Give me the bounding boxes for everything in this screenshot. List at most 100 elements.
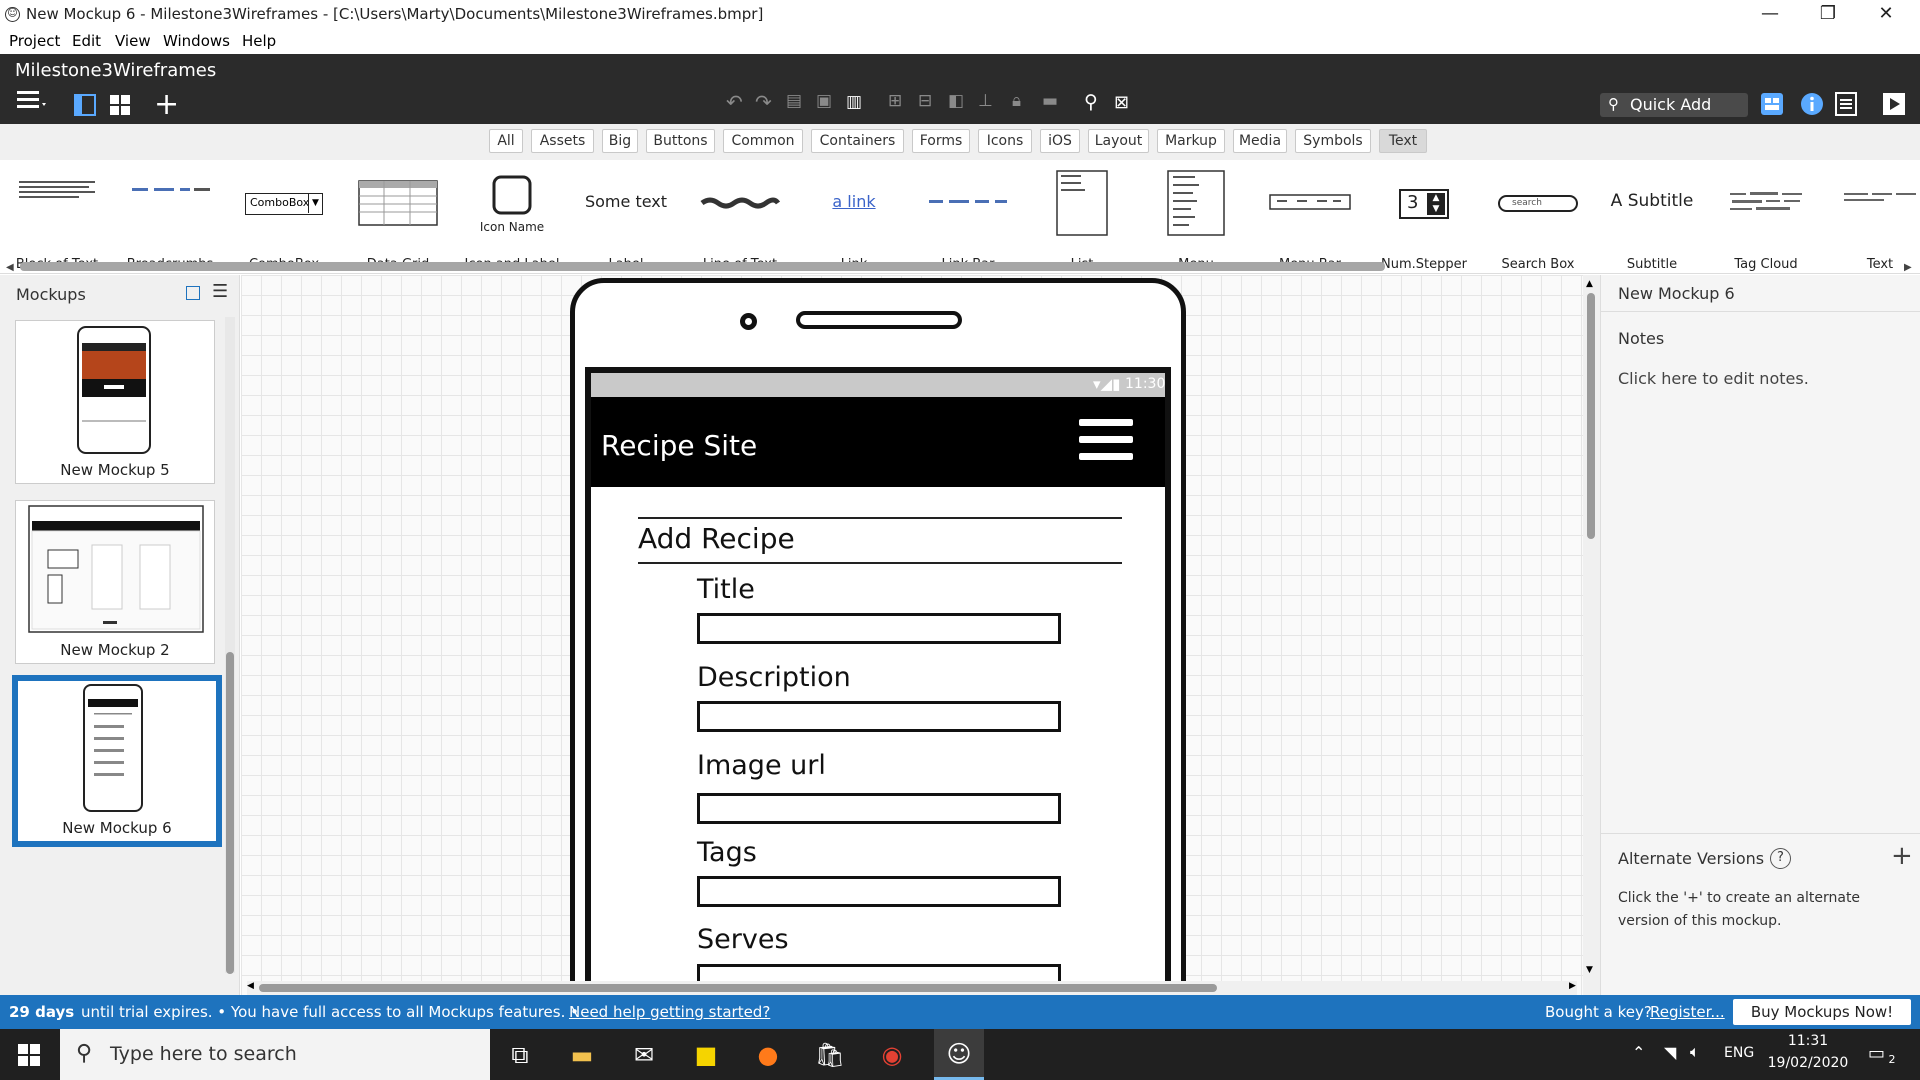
hamburger-menu-icon[interactable] — [14, 88, 48, 118]
mockup-thumbnail[interactable]: New Mockup 2 — [15, 500, 215, 664]
mail-icon[interactable]: ✉ — [624, 1037, 664, 1073]
mockup-canvas[interactable]: ▾◢▮ 11:30 Recipe Site Add Recipe Title D… — [241, 275, 1583, 995]
align-icon[interactable]: ⊥ — [978, 91, 993, 111]
delete-icon[interactable]: ▬ — [1042, 91, 1058, 111]
canvas-hscroll-thumb[interactable] — [259, 984, 1217, 992]
library-item-label[interactable]: Some text Label — [569, 160, 683, 272]
library-item-line-of-text[interactable]: Line of Text — [683, 160, 797, 272]
filter-tab-buttons[interactable]: Buttons — [646, 129, 715, 153]
paste-icon[interactable]: ▥ — [846, 92, 862, 112]
mockups-scrollbar-thumb[interactable] — [226, 652, 234, 974]
library-scroll-left-icon[interactable]: ◀ — [6, 262, 14, 273]
library-item-link-bar[interactable]: Link Bar — [911, 160, 1025, 272]
copy-icon[interactable]: ▣ — [816, 91, 832, 111]
notifications-icon[interactable]: ▭ — [1868, 1043, 1885, 1064]
library-item-num-stepper[interactable]: 3 ▲ ▼ Num.Stepper — [1367, 160, 1481, 272]
title-input[interactable] — [697, 613, 1061, 644]
library-item-combobox[interactable]: ComboBox ▼ ComboBox — [227, 160, 341, 272]
store-icon[interactable]: 🛍︎ — [810, 1037, 850, 1073]
group-icon[interactable]: ⊞ — [888, 91, 902, 111]
close-button[interactable]: ✕ — [1857, 0, 1915, 30]
fullscreen-icon[interactable]: ⊠ — [1114, 92, 1129, 113]
tags-input[interactable] — [697, 876, 1061, 907]
library-item-block-of-text[interactable]: Block of Text — [0, 160, 114, 272]
filter-tab-text[interactable]: Text — [1379, 129, 1427, 153]
filter-tab-layout[interactable]: Layout — [1088, 129, 1149, 153]
cut-icon[interactable]: ▤ — [786, 91, 802, 111]
firefox-icon[interactable]: ● — [748, 1037, 788, 1073]
library-item-data-grid[interactable]: Data Grid — [341, 160, 455, 272]
network-icon[interactable]: ◥ — [1664, 1043, 1676, 1062]
mockups-scrollbar-track[interactable] — [225, 317, 235, 974]
volume-icon[interactable]: 🔈︎ — [1690, 1042, 1700, 1062]
info-icon[interactable] — [1800, 92, 1824, 120]
arrange-icon[interactable]: ◧ — [948, 91, 964, 111]
sticky-notes-icon[interactable]: ■ — [686, 1037, 726, 1073]
add-alternate-version-icon[interactable]: + — [1891, 841, 1913, 871]
filter-tab-markup[interactable]: Markup — [1157, 129, 1225, 153]
minimize-button[interactable]: — — [1741, 0, 1799, 30]
menu-help[interactable]: Help — [242, 32, 276, 50]
library-item-link[interactable]: a link Link — [797, 160, 911, 272]
filter-tab-symbols[interactable]: Symbols — [1295, 129, 1371, 153]
single-view-icon[interactable] — [74, 94, 96, 120]
redo-icon[interactable]: ↷ — [755, 90, 772, 114]
mockup-thumbnail-selected[interactable]: New Mockup 6 — [12, 675, 222, 847]
library-item-menu-bar[interactable]: Menu Bar — [1253, 160, 1367, 272]
filter-tab-all[interactable]: All — [489, 129, 523, 153]
canvas-vscroll-track[interactable]: ▲ ▼ — [1583, 275, 1600, 995]
mockup-thumbnail[interactable]: New Mockup 5 — [15, 320, 215, 484]
library-item-menu[interactable]: Menu — [1139, 160, 1253, 272]
filter-tab-forms[interactable]: Forms — [912, 129, 970, 153]
zoom-search-icon[interactable]: ⚲ — [1084, 91, 1098, 113]
library-item-icon-and-label[interactable]: Icon Name Icon and Label — [455, 160, 569, 272]
balsamiq-icon[interactable]: ☺ — [934, 1029, 984, 1080]
tray-chevron-icon[interactable]: ⌃ — [1632, 1043, 1645, 1062]
buy-mockups-button[interactable]: Buy Mockups Now! — [1733, 999, 1911, 1025]
site-hamburger-icon[interactable] — [1079, 417, 1133, 467]
library-item-text[interactable]: Text — [1823, 160, 1920, 272]
library-item-subtitle[interactable]: A Subtitle Subtitle — [1595, 160, 1709, 272]
filter-tab-icons[interactable]: Icons — [978, 129, 1032, 153]
scroll-right-icon[interactable]: ▶ — [1569, 981, 1576, 991]
filter-tab-common[interactable]: Common — [723, 129, 803, 153]
register-link[interactable]: Register... — [1650, 1003, 1725, 1021]
lock-icon[interactable]: 🔒︎ — [1012, 91, 1021, 111]
ungroup-icon[interactable]: ⊟ — [918, 91, 932, 111]
filter-tab-media[interactable]: Media — [1233, 129, 1287, 153]
grid-view-icon[interactable] — [109, 94, 131, 120]
library-scroll-right-icon[interactable]: ▶ — [1904, 262, 1912, 273]
canvas-hscroll-track[interactable]: ◀ ▶ — [247, 981, 1577, 995]
filter-tab-ios[interactable]: iOS — [1040, 129, 1080, 153]
clock-date[interactable]: 19/02/2020 — [1763, 1055, 1853, 1071]
scroll-up-icon[interactable]: ▲ — [1586, 279, 1593, 289]
file-explorer-icon[interactable]: ▬ — [562, 1037, 602, 1073]
chrome-icon[interactable]: ◉ — [872, 1037, 912, 1073]
thumbnail-view-icon[interactable] — [186, 286, 200, 300]
quick-add-input[interactable]: ⚲ Quick Add — [1600, 93, 1748, 117]
library-item-breadcrumbs[interactable]: Breadcrumbs — [113, 160, 227, 272]
menu-edit[interactable]: Edit — [72, 32, 101, 50]
help-getting-started-link[interactable]: Need help getting started? — [569, 1003, 770, 1021]
library-icon[interactable] — [1760, 92, 1784, 120]
library-item-search-box[interactable]: search Search Box — [1481, 160, 1595, 272]
language-indicator[interactable]: ENG — [1724, 1045, 1754, 1061]
clock-time[interactable]: 11:31 — [1768, 1033, 1848, 1049]
undo-icon[interactable]: ↶ — [726, 90, 743, 114]
image-url-input[interactable] — [697, 793, 1061, 824]
notes-editor[interactable]: Click here to edit notes. — [1618, 369, 1809, 388]
library-item-list[interactable]: List — [1025, 160, 1139, 272]
add-mockup-icon[interactable]: + — [154, 87, 179, 122]
list-view-icon[interactable]: ☰ — [212, 281, 228, 302]
filter-tab-assets[interactable]: Assets — [531, 129, 594, 153]
task-view-icon[interactable]: ⧉ — [500, 1037, 540, 1073]
filter-tab-containers[interactable]: Containers — [811, 129, 904, 153]
filter-tab-big[interactable]: Big — [602, 129, 638, 153]
description-input[interactable] — [697, 701, 1061, 732]
menu-project[interactable]: Project — [9, 32, 60, 50]
mockup-title[interactable]: New Mockup 6 — [1618, 284, 1735, 303]
scroll-down-icon[interactable]: ▼ — [1586, 965, 1593, 975]
library-scrollbar[interactable] — [20, 262, 1385, 271]
properties-panel-icon[interactable] — [1835, 92, 1857, 120]
present-icon[interactable] — [1882, 92, 1906, 120]
